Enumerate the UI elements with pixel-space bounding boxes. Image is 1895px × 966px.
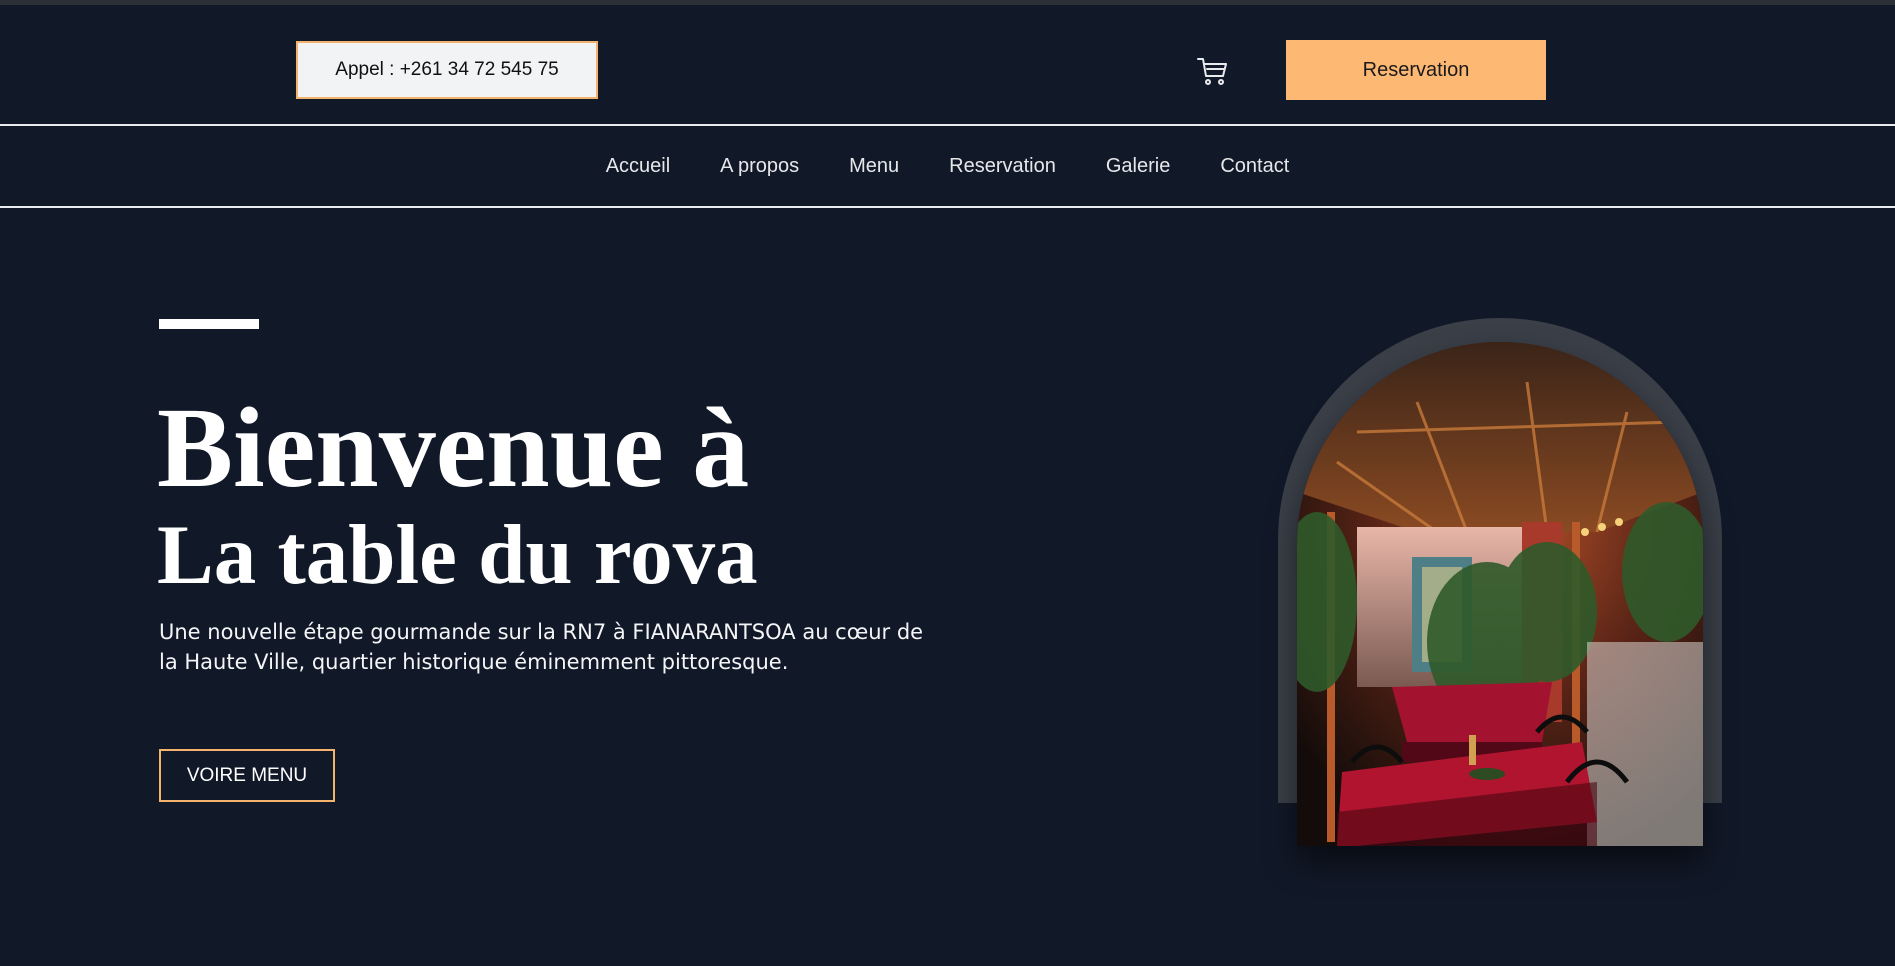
hero-accent-line <box>159 319 259 329</box>
hero-title-line-2: La table du rova <box>157 508 758 602</box>
nav-item-reservation[interactable]: Reservation <box>949 155 1056 178</box>
hero-description: Une nouvelle étape gourmande sur la RN7 … <box>159 620 924 674</box>
main-nav: Accueil A propos Menu Reservation Galeri… <box>0 126 1895 208</box>
nav-item-a-propos[interactable]: A propos <box>720 155 799 178</box>
nav-item-menu[interactable]: Menu <box>849 155 899 178</box>
cart-icon[interactable] <box>1196 55 1230 89</box>
nav-item-accueil[interactable]: Accueil <box>606 155 670 178</box>
restaurant-photo <box>1297 342 1703 846</box>
hero-title-line-1: Bienvenue à <box>157 384 750 511</box>
site-header: Appel : +261 34 72 545 75 Reservation <box>0 5 1895 126</box>
reservation-button[interactable]: Reservation <box>1286 40 1546 100</box>
nav-item-galerie[interactable]: Galerie <box>1106 155 1170 178</box>
call-button[interactable]: Appel : +261 34 72 545 75 <box>296 41 598 99</box>
view-menu-button[interactable]: VOIRE MENU <box>159 749 335 802</box>
nav-item-contact[interactable]: Contact <box>1220 155 1289 178</box>
